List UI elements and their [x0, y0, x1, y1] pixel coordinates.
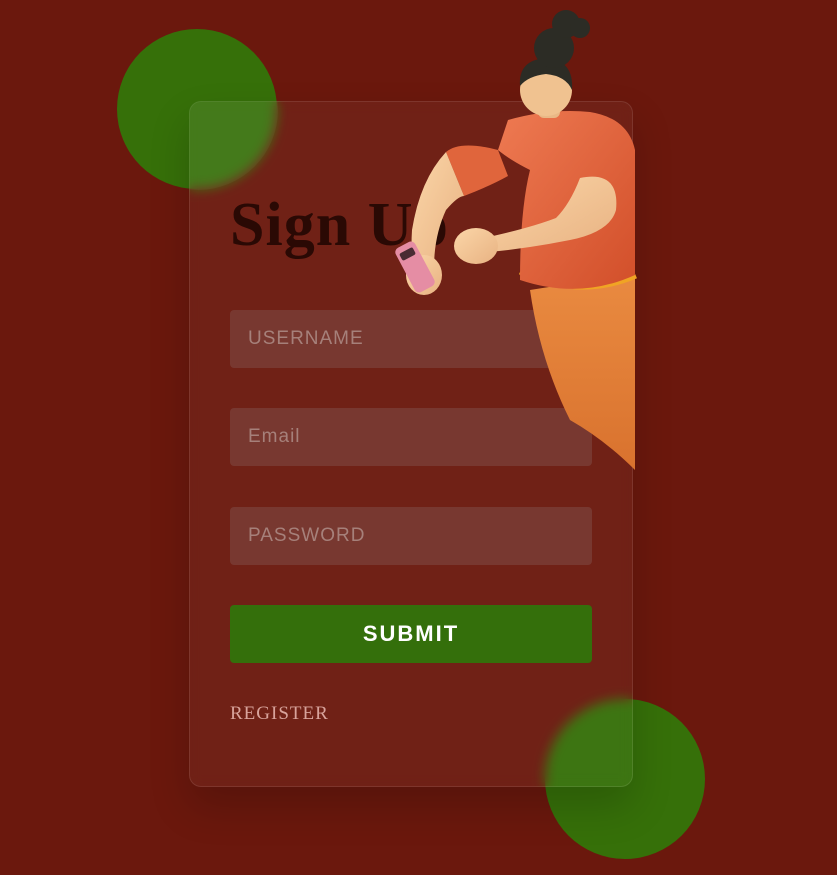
- submit-button[interactable]: SUBMIT: [230, 605, 592, 663]
- password-input[interactable]: [230, 507, 592, 565]
- username-input[interactable]: [230, 310, 592, 368]
- signup-page: Sign Up SUBMIT REGISTER: [0, 0, 837, 875]
- email-input[interactable]: [230, 408, 592, 466]
- card-overlay-tint: [190, 102, 278, 190]
- register-link[interactable]: REGISTER: [230, 703, 329, 725]
- page-title: Sign Up: [230, 191, 449, 259]
